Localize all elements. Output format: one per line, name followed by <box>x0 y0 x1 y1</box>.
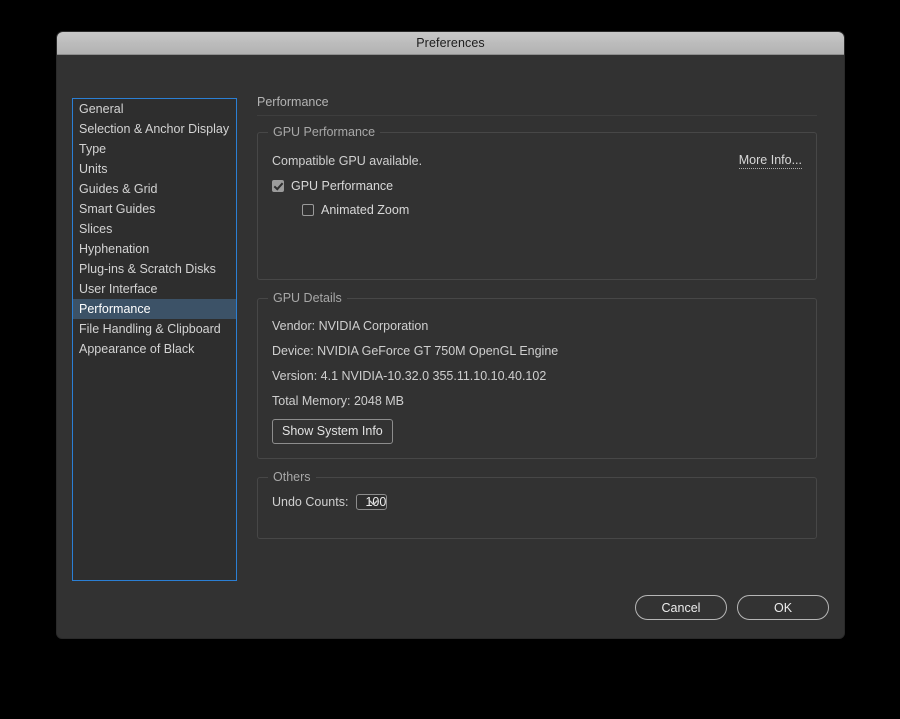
sidebar-item-guides-grid[interactable]: Guides & Grid <box>73 179 236 199</box>
sidebar-item-user-interface[interactable]: User Interface <box>73 279 236 299</box>
sidebar-item-type[interactable]: Type <box>73 139 236 159</box>
checkbox-checked-icon[interactable] <box>272 180 284 192</box>
sidebar-item-general[interactable]: General <box>73 99 236 119</box>
gpu-performance-legend: GPU Performance <box>268 125 381 139</box>
gpu-status-text: Compatible GPU available. <box>272 154 423 168</box>
animated-zoom-checkbox-label: Animated Zoom <box>321 203 410 217</box>
more-info-link[interactable]: More Info... <box>738 153 802 169</box>
gpu-version-text: Version: 4.1 NVIDIA-10.32.0 355.11.10.10… <box>272 369 547 383</box>
gpu-vendor-text: Vendor: NVIDIA Corporation <box>272 319 429 333</box>
sidebar-item-hyphenation[interactable]: Hyphenation <box>73 239 236 259</box>
pane-title-divider <box>257 115 817 116</box>
undo-counts-label: Undo Counts: <box>272 495 349 509</box>
undo-counts-select[interactable]: 100 <box>356 492 388 512</box>
gpu-details-legend: GPU Details <box>268 291 347 305</box>
dialog-footer: Cancel OK <box>635 595 829 620</box>
sidebar-item-selection-anchor-display[interactable]: Selection & Anchor Display <box>73 119 236 139</box>
undo-counts-row: Undo Counts: 100 <box>272 492 802 512</box>
gpu-performance-checkbox-label: GPU Performance <box>291 179 394 193</box>
show-system-info-button[interactable]: Show System Info <box>272 419 393 444</box>
checkbox-unchecked-icon[interactable] <box>302 204 314 216</box>
gpu-performance-checkbox-row[interactable]: GPU Performance <box>272 179 802 193</box>
gpu-performance-group: GPU Performance Compatible GPU available… <box>257 125 817 280</box>
sidebar-item-units[interactable]: Units <box>73 159 236 179</box>
gpu-details-group: GPU Details Vendor: NVIDIA Corporation D… <box>257 291 817 459</box>
cancel-button[interactable]: Cancel <box>635 595 727 620</box>
undo-counts-value[interactable]: 100 <box>356 494 388 510</box>
sidebar-item-slices[interactable]: Slices <box>73 219 236 239</box>
preferences-category-list[interactable]: General Selection & Anchor Display Type … <box>72 98 237 581</box>
sidebar-item-plugins-scratch-disks[interactable]: Plug-ins & Scratch Disks <box>73 259 236 279</box>
preferences-dialog: Preferences General Selection & Anchor D… <box>57 32 844 638</box>
preferences-pane: Performance GPU Performance Compatible G… <box>257 95 817 557</box>
dialog-titlebar: Preferences <box>57 32 844 55</box>
dialog-body: General Selection & Anchor Display Type … <box>57 55 844 638</box>
others-legend: Others <box>268 470 316 484</box>
sidebar-item-file-handling-clipboard[interactable]: File Handling & Clipboard <box>73 319 236 339</box>
gpu-total-memory-text: Total Memory: 2048 MB <box>272 394 404 408</box>
gpu-status-row: Compatible GPU available. More Info... <box>272 153 802 169</box>
sidebar-item-appearance-of-black[interactable]: Appearance of Black <box>73 339 236 359</box>
sidebar-item-smart-guides[interactable]: Smart Guides <box>73 199 236 219</box>
pane-title: Performance <box>257 95 329 109</box>
others-group: Others Undo Counts: 100 <box>257 470 817 539</box>
gpu-device-text: Device: NVIDIA GeForce GT 750M OpenGL En… <box>272 344 559 358</box>
ok-button[interactable]: OK <box>737 595 829 620</box>
sidebar-item-performance[interactable]: Performance <box>73 299 236 319</box>
animated-zoom-checkbox-row[interactable]: Animated Zoom <box>302 203 802 217</box>
dialog-title: Preferences <box>416 36 485 50</box>
